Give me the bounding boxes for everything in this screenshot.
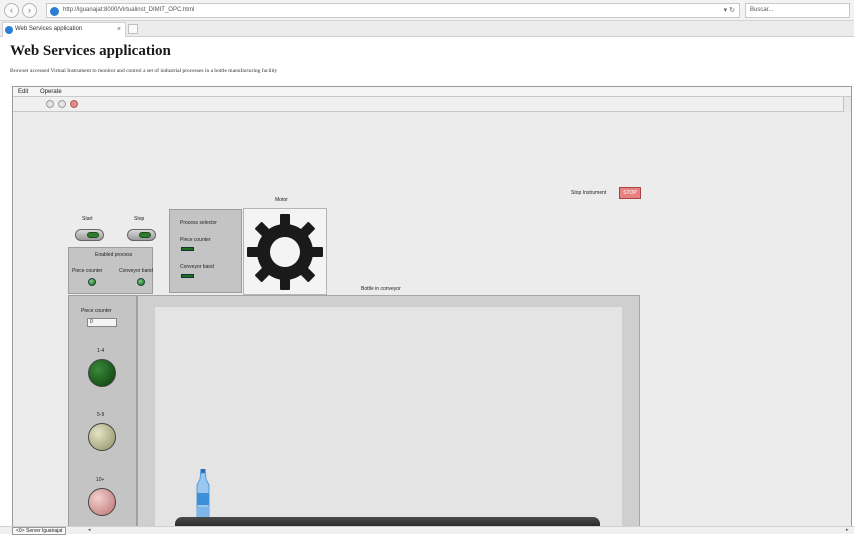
forward-icon[interactable]: › xyxy=(22,3,37,18)
range-5-9-led xyxy=(88,423,116,451)
conveyor-display xyxy=(137,295,640,526)
range-10-plus-label: 10+ xyxy=(96,477,105,483)
tab-title: Web Services application xyxy=(15,26,83,32)
piece-counter-value: 0 xyxy=(87,318,117,327)
start-toggle[interactable] xyxy=(75,229,104,241)
browser-toolbar: ‹ › http://lguanajat:8000/Virtualinst_DI… xyxy=(0,0,854,21)
stop-instrument-button[interactable]: STOP xyxy=(619,187,641,199)
start-label: Start xyxy=(82,216,93,222)
range-5-9-label: 5-9 xyxy=(97,412,105,418)
selector-piece-counter-label: Piece counter xyxy=(180,237,211,243)
stop-toggle[interactable] xyxy=(127,229,156,241)
piece-counter-panel: Piece counter 0 1-4 5-9 10+ xyxy=(68,295,137,526)
status-bar: <0> Server lguanajat ◂ ▸ xyxy=(0,526,854,535)
conveyor-viewport xyxy=(155,307,622,526)
range-10-plus-led xyxy=(88,488,116,516)
new-tab-button[interactable] xyxy=(128,24,138,34)
ie-icon xyxy=(50,7,59,16)
enabled-process-title: Enabled process xyxy=(95,252,133,258)
selector-conveyor-band-label: Conveyor band xyxy=(180,264,214,270)
piece-counter-title: Piece counter xyxy=(81,308,112,314)
virtual-instrument-panel: Edit Operate Stop Instrument STOP Start … xyxy=(12,86,852,527)
address-bar[interactable]: http://lguanajat:8000/Virtualinst_DIMIT_… xyxy=(46,3,740,18)
selector-conveyor-band-switch[interactable] xyxy=(181,274,194,278)
menu-operate[interactable]: Operate xyxy=(40,89,62,95)
page-title: Web Services application xyxy=(10,43,171,59)
selector-piece-counter-switch[interactable] xyxy=(181,247,194,251)
enabled-process-panel: Enabled process Piece counter Conveyor b… xyxy=(68,247,153,294)
back-icon[interactable]: ‹ xyxy=(4,3,19,18)
toggle-knob xyxy=(87,232,99,238)
vi-menubar: Edit Operate xyxy=(13,87,851,97)
gear-icon xyxy=(247,214,323,290)
search-input[interactable]: Buscar... xyxy=(745,3,850,18)
process-selector-panel: Process selector Piece counter Conveyor … xyxy=(169,209,242,293)
stop-label: Stop xyxy=(134,216,145,222)
page-description: Browser accessed Virtual Instrument to m… xyxy=(10,68,278,74)
tab-bar: Web Services application × xyxy=(0,21,854,37)
enabled-conveyor-band-label: Conveyor band xyxy=(119,268,153,274)
motor-label: Motor xyxy=(275,197,288,203)
bottle-conveyor-label: Bottle in conveyor xyxy=(361,286,401,292)
ie-icon xyxy=(5,26,13,34)
stop-instrument-label: Stop Instrument xyxy=(571,190,607,196)
process-selector-title: Process selector xyxy=(180,220,217,226)
scroll-corner xyxy=(843,97,851,112)
conveyor-band-led xyxy=(137,278,145,286)
toggle-knob xyxy=(139,232,151,238)
range-1-4-label: 1-4 xyxy=(97,348,105,354)
bottle-icon xyxy=(196,469,210,521)
motor-display xyxy=(243,208,327,295)
piece-counter-led xyxy=(88,278,96,286)
run-continuous-icon[interactable] xyxy=(58,100,66,108)
close-tab-icon[interactable]: × xyxy=(117,23,121,36)
run-icon[interactable] xyxy=(46,100,54,108)
abort-icon[interactable] xyxy=(70,100,78,108)
vi-toolbar xyxy=(13,97,851,112)
menu-edit[interactable]: Edit xyxy=(18,89,28,95)
scroll-right-icon[interactable]: ▸ xyxy=(846,527,849,533)
address-text: http://lguanajat:8000/Virtualinst_DIMIT_… xyxy=(63,7,195,13)
refresh-icon[interactable]: ▾ ↻ xyxy=(724,4,735,17)
tab-web-services[interactable]: Web Services application × xyxy=(2,22,126,37)
scroll-left-icon[interactable]: ◂ xyxy=(88,527,91,533)
enabled-piece-counter-label: Piece counter xyxy=(72,268,103,274)
range-1-4-led xyxy=(88,359,116,387)
